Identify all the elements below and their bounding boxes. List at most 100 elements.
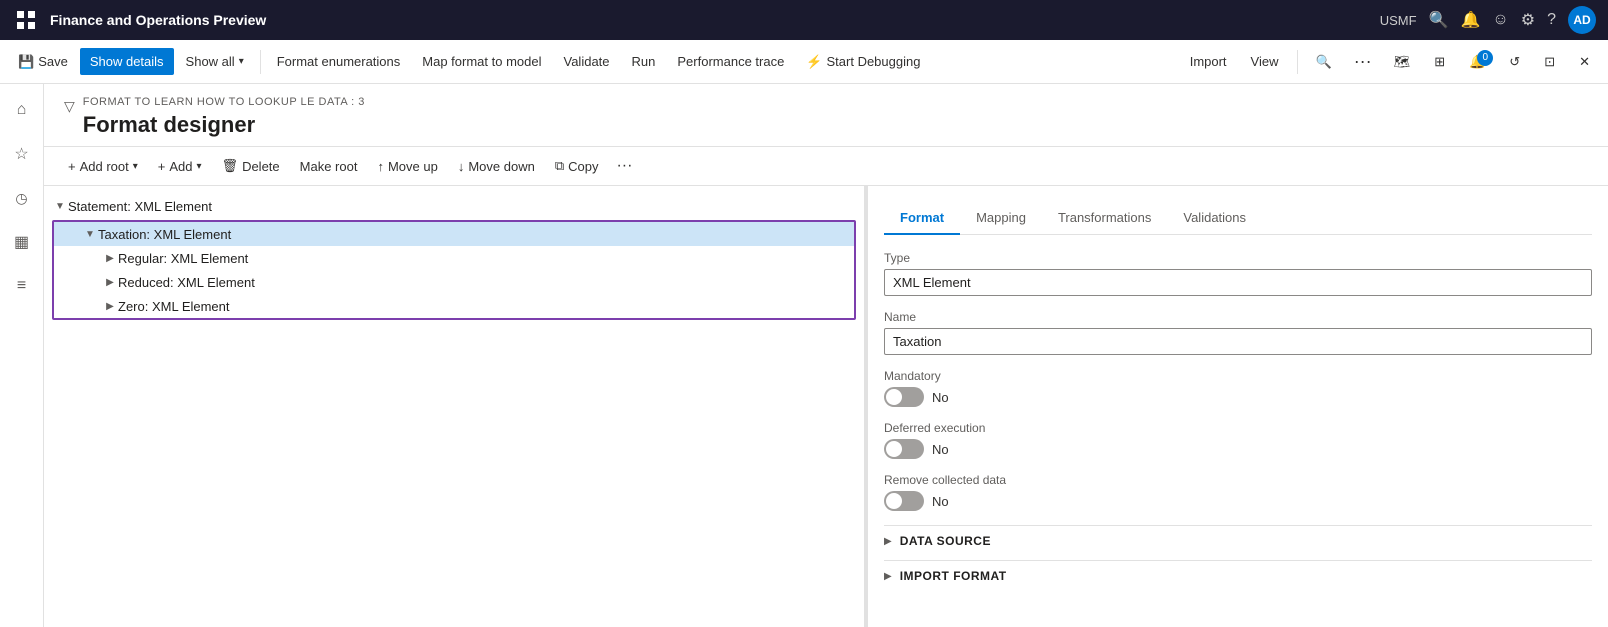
plus-icon: + [68,159,76,174]
left-nav: ⌂ ☆ ◷ ▦ ≡ [0,84,44,627]
main-content: ⌂ ☆ ◷ ▦ ≡ ▽ FORMAT TO LEARN HOW TO LOOKU… [0,84,1608,627]
show-all-button[interactable]: Show all ▾ [176,48,254,75]
tree-panel: ▼ Statement: XML Element ▼ Taxation: XML… [44,186,864,627]
add-plus-icon: + [158,159,166,174]
mandatory-toggle[interactable] [884,387,924,407]
app-title: Finance and Operations Preview [50,12,1370,28]
import-button[interactable]: Import [1180,48,1237,75]
statement-collapse-icon[interactable]: ▼ [52,198,68,214]
tab-transformations[interactable]: Transformations [1042,202,1167,235]
command-bar-right: Import View 🔍 ··· 🗺 ⊞ 🔔 0 ↺ ⊡ ✕ [1180,46,1600,77]
remove-collected-data-label: Remove collected data [884,473,1592,487]
notification-container: 🔔 0 [1459,48,1495,76]
mandatory-field-group: Mandatory No [884,369,1592,407]
performance-trace-button[interactable]: Performance trace [667,48,794,75]
deferred-execution-field-group: Deferred execution No [884,421,1592,459]
nav-home-icon[interactable]: ⌂ [4,92,40,128]
move-down-icon: ↓ [458,159,465,174]
breadcrumb: FORMAT TO LEARN HOW TO LOOKUP LE DATA : … [83,96,365,108]
deferred-execution-toggle[interactable] [884,439,924,459]
nav-recent-icon[interactable]: ◷ [4,180,40,216]
regular-expand-icon[interactable]: ▶ [102,250,118,266]
show-details-button[interactable]: Show details [80,48,174,75]
close-button[interactable]: ✕ [1569,48,1600,76]
deferred-execution-toggle-row: No [884,439,1592,459]
user-org: USMF [1380,13,1417,28]
expand-button[interactable]: ⊞ [1424,48,1455,76]
format-enumerations-button[interactable]: Format enumerations [267,48,411,75]
delete-button[interactable]: 🗑 Delete [214,153,288,179]
move-up-button[interactable]: ↑ Move up [369,154,445,179]
nav-workspaces-icon[interactable]: ▦ [4,224,40,260]
copy-button[interactable]: ⧉ Copy [547,153,607,179]
help-icon[interactable]: ? [1547,11,1556,29]
name-label: Name [884,310,1592,324]
type-input[interactable] [884,269,1592,296]
separator-1 [260,50,261,74]
map-icon-button[interactable]: 🗺 [1384,48,1421,76]
tab-mapping[interactable]: Mapping [960,202,1042,235]
add-root-chevron-icon: ▾ [133,161,138,172]
mandatory-toggle-label: No [932,390,949,405]
add-button[interactable]: + Add ▾ [150,154,210,179]
page-content: ▽ FORMAT TO LEARN HOW TO LOOKUP LE DATA … [44,84,1608,627]
toolbar-more-button[interactable]: ··· [610,153,638,179]
mandatory-label: Mandatory [884,369,1592,383]
remove-collected-data-toggle-label: No [932,494,949,509]
user-avatar[interactable]: AD [1568,6,1596,34]
nav-favorites-icon[interactable]: ☆ [4,136,40,172]
more-options-button[interactable]: ··· [1346,46,1380,77]
type-label: Type [884,251,1592,265]
nav-modules-icon[interactable]: ≡ [4,268,40,304]
zero-expand-icon[interactable]: ▶ [102,298,118,314]
move-down-button[interactable]: ↓ Move down [450,154,543,179]
page-header: ▽ FORMAT TO LEARN HOW TO LOOKUP LE DATA … [44,84,1608,147]
copy-icon: ⧉ [555,158,564,174]
remove-collected-data-field-group: Remove collected data No [884,473,1592,511]
name-field-group: Name [884,310,1592,355]
make-root-button[interactable]: Make root [292,154,366,179]
bell-icon[interactable]: 🔔 [1460,10,1480,30]
taxation-collapse-icon[interactable]: ▼ [82,226,98,242]
app-grid-icon[interactable] [12,6,40,34]
reduced-expand-icon[interactable]: ▶ [102,274,118,290]
title-right: USMF 🔍 🔔 ☺ ⚙ ? AD [1380,6,1596,34]
show-all-chevron-icon: ▾ [239,56,244,67]
data-source-arrow-icon: ▶ [884,536,892,547]
save-button[interactable]: 💾 Save [8,48,78,76]
map-format-to-model-button[interactable]: Map format to model [412,48,551,75]
refresh-button[interactable]: ↺ [1499,48,1530,76]
move-up-icon: ↑ [377,159,384,174]
tree-node-taxation[interactable]: ▼ Taxation: XML Element [54,222,854,246]
maximize-button[interactable]: ⊡ [1534,48,1565,76]
properties-panel: Format Mapping Transformations Validatio… [868,186,1608,627]
remove-collected-data-toggle[interactable] [884,491,924,511]
view-button[interactable]: View [1241,48,1289,75]
tree-node-zero[interactable]: ▶ Zero: XML Element [54,294,854,318]
deferred-execution-toggle-label: No [932,442,949,457]
validate-button[interactable]: Validate [554,48,620,75]
cmd-search-button[interactable]: 🔍 [1306,48,1342,76]
tree-node-reduced[interactable]: ▶ Reduced: XML Element [54,270,854,294]
name-input[interactable] [884,328,1592,355]
mandatory-toggle-row: No [884,387,1592,407]
notification-badge: 0 [1477,50,1493,66]
import-format-section[interactable]: ▶ IMPORT FORMAT [884,560,1592,591]
add-chevron-icon: ▾ [197,161,202,172]
search-icon[interactable]: 🔍 [1429,10,1449,30]
toolbar: + Add root ▾ + Add ▾ 🗑 Delete Make root … [44,147,1608,186]
add-root-button[interactable]: + Add root ▾ [60,154,146,179]
run-button[interactable]: Run [622,48,666,75]
tree-node-statement[interactable]: ▼ Statement: XML Element [44,194,864,218]
filter-icon[interactable]: ▽ [64,98,75,115]
data-source-section[interactable]: ▶ DATA SOURCE [884,525,1592,556]
tab-validations[interactable]: Validations [1167,202,1262,235]
tree-node-regular[interactable]: ▶ Regular: XML Element [54,246,854,270]
start-debugging-button[interactable]: ⚡ Start Debugging [796,48,930,76]
delete-icon: 🗑 [222,158,239,174]
split-pane: ▼ Statement: XML Element ▼ Taxation: XML… [44,186,1608,627]
smiley-icon[interactable]: ☺ [1492,11,1508,29]
type-field-group: Type [884,251,1592,296]
tab-format[interactable]: Format [884,202,960,235]
gear-icon[interactable]: ⚙ [1521,10,1535,30]
